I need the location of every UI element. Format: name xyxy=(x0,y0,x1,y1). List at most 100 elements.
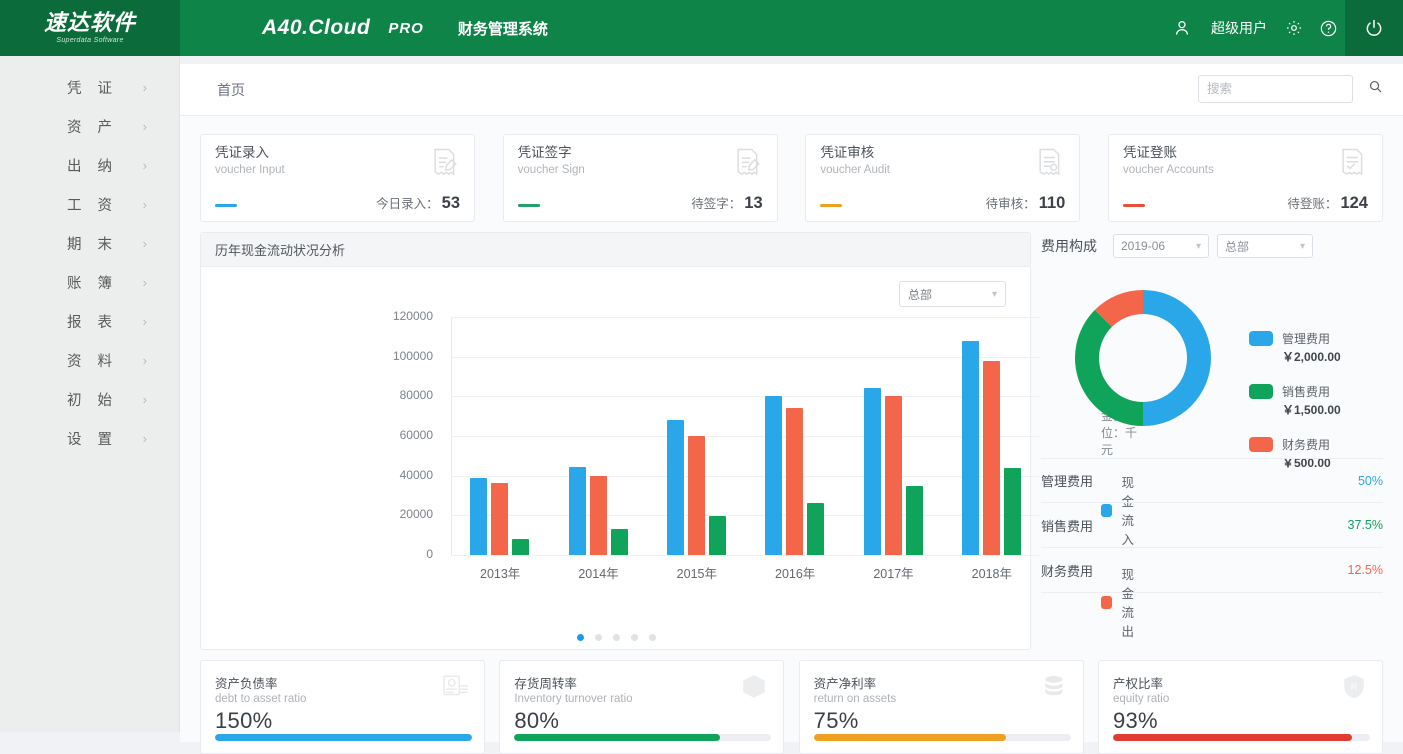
kpi-value: 75% xyxy=(814,708,1069,734)
chart-bar[interactable] xyxy=(983,361,1000,555)
carousel-dot[interactable] xyxy=(577,634,584,641)
breadcrumb-bar: 首页 xyxy=(180,64,1403,116)
search-icon[interactable] xyxy=(1368,79,1383,99)
chart-bar[interactable] xyxy=(962,341,979,555)
voucher-card-title: 凭证录入 xyxy=(215,145,460,162)
x-axis-tick: 2016年 xyxy=(747,563,843,582)
grid-line xyxy=(451,555,1041,556)
grid-line xyxy=(451,515,1041,516)
sidebar-item-baobiao[interactable]: 报 表 › xyxy=(0,302,179,341)
chart-bar[interactable] xyxy=(906,486,923,555)
expense-row-percent: 12.5% xyxy=(1348,563,1383,577)
voucher-card-accent xyxy=(820,204,842,207)
voucher-card-sign[interactable]: 凭证签字 voucher Sign 待签字：13 xyxy=(503,134,778,222)
donut-legend-label: 财务费用 xyxy=(1282,438,1330,452)
donut-segment[interactable] xyxy=(1075,310,1143,426)
sidebar-item-label: 资 料 xyxy=(0,350,179,371)
expense-percent-row-sales[interactable]: 销售费用 37.5% xyxy=(1041,503,1383,548)
chart-bar[interactable] xyxy=(1004,468,1021,555)
breadcrumb[interactable]: 首页 xyxy=(217,80,245,100)
chart-bar[interactable] xyxy=(470,478,487,555)
sidebar-item-zhangbu[interactable]: 账 簿 › xyxy=(0,263,179,302)
sidebar-item-gongzi[interactable]: 工 资 › xyxy=(0,185,179,224)
carousel-dots xyxy=(201,634,1032,641)
voucher-card-subtitle: voucher Accounts xyxy=(1123,164,1368,176)
chart-bar[interactable] xyxy=(688,436,705,555)
expense-row-label: 财务费用 xyxy=(1041,561,1093,580)
question-circle-icon[interactable] xyxy=(1311,0,1345,56)
chart-bar[interactable] xyxy=(667,420,684,555)
sidebar-item-shezhi[interactable]: 设 置 › xyxy=(0,419,179,458)
expense-donut-area: 管理费用 ￥2,000.00 销售费用 ￥1,500.00 财务费用 ￥50 xyxy=(1041,278,1383,450)
brand-logo-cn: 速达软件 xyxy=(44,13,136,35)
grid-line xyxy=(451,436,1041,437)
document-edit-icon xyxy=(733,147,763,184)
sidebar-item-label: 期 末 xyxy=(0,233,179,254)
chart-bar[interactable] xyxy=(864,388,881,555)
voucher-card-audit[interactable]: 凭证审核 voucher Audit 待审核：110 xyxy=(805,134,1080,222)
grid-line xyxy=(451,396,1041,397)
chart-bar[interactable] xyxy=(491,483,508,555)
chart-bar[interactable] xyxy=(765,396,782,555)
donut-segment[interactable] xyxy=(1143,290,1211,426)
brand-logo[interactable]: 速达软件 Superdata Software xyxy=(0,0,180,56)
search-input[interactable] xyxy=(1207,82,1368,96)
gear-icon[interactable] xyxy=(1277,0,1311,56)
chart-bar[interactable] xyxy=(807,503,824,555)
chevron-right-icon: › xyxy=(143,119,147,134)
expense-percent-row-admin[interactable]: 管理费用 50% xyxy=(1041,458,1383,503)
legend-swatch xyxy=(1249,437,1273,452)
chart-bar[interactable] xyxy=(709,516,726,555)
user-icon[interactable] xyxy=(1165,0,1199,56)
grid-line xyxy=(451,317,1041,318)
kpi-progress-fill xyxy=(1113,734,1352,741)
carousel-dot[interactable] xyxy=(649,634,656,641)
sidebar-item-zichan[interactable]: 资 产 › xyxy=(0,107,179,146)
chevron-right-icon: › xyxy=(143,80,147,95)
report-chart-icon xyxy=(442,673,470,706)
expense-row-label: 销售费用 xyxy=(1041,516,1093,535)
sidebar-item-pingzheng[interactable]: 凭 证 › xyxy=(0,68,179,107)
document-check-icon xyxy=(1035,147,1065,184)
chart-bar[interactable] xyxy=(569,467,586,555)
chart-bar[interactable] xyxy=(512,539,529,555)
carousel-dot[interactable] xyxy=(631,634,638,641)
kpi-card-debt-to-asset[interactable]: 资产负债率 debt to asset ratio 150% xyxy=(200,660,485,754)
cash-flow-chart-panel: 历年现金流动状况分析 总部 ▾ 120000100000800006000040… xyxy=(200,232,1031,650)
carousel-dot[interactable] xyxy=(613,634,620,641)
kpi-card-return-on-assets[interactable]: 资产净利率 return on assets 75% xyxy=(799,660,1084,754)
donut-legend-item-sales[interactable]: 销售费用 ￥1,500.00 xyxy=(1249,383,1341,419)
power-icon[interactable] xyxy=(1345,0,1403,56)
cash-flow-plot: 120000100000800006000040000200000 2013年2… xyxy=(201,267,1032,651)
chart-bar[interactable] xyxy=(786,408,803,555)
donut-legend-item-admin[interactable]: 管理费用 ￥2,000.00 xyxy=(1249,330,1341,366)
sidebar-item-chushi[interactable]: 初 始 › xyxy=(0,380,179,419)
chart-bar[interactable] xyxy=(590,476,607,555)
sidebar-item-chuna[interactable]: 出 纳 › xyxy=(0,146,179,185)
expense-donut-chart xyxy=(1063,278,1223,438)
expense-period-select[interactable]: 2019-06 ▾ xyxy=(1113,234,1209,258)
voucher-card-accounts[interactable]: 凭证登账 voucher Accounts 待登账：124 xyxy=(1108,134,1383,222)
y-axis-tick: 20000 xyxy=(201,507,433,521)
voucher-card-accent xyxy=(518,204,540,207)
kpi-card-equity-ratio[interactable]: 产权比率 equity ratio 93% R xyxy=(1098,660,1383,754)
top-bar-actions: 超级用户 xyxy=(1165,0,1403,56)
voucher-card-title: 凭证登账 xyxy=(1123,145,1368,162)
expense-percent-row-finance[interactable]: 财务费用 12.5% xyxy=(1041,548,1383,593)
expense-department-select[interactable]: 总部 ▾ xyxy=(1217,234,1313,258)
carousel-dot[interactable] xyxy=(595,634,602,641)
chevron-right-icon: › xyxy=(143,158,147,173)
expense-percent-list: 管理费用 50% 销售费用 37.5% 财务费用 12.5% xyxy=(1041,458,1383,593)
sidebar-item-ziliao[interactable]: 资 料 › xyxy=(0,341,179,380)
voucher-card-input[interactable]: 凭证录入 voucher Input 今日录入：53 xyxy=(200,134,475,222)
chevron-down-icon: ▾ xyxy=(1300,241,1305,252)
chart-bar[interactable] xyxy=(885,396,902,555)
user-name-label[interactable]: 超级用户 xyxy=(1211,18,1267,38)
expense-composition-panel: 费用构成 2019-06 ▾ 总部 ▾ 管理费用 ￥2,000.00 xyxy=(1041,232,1383,650)
chevron-right-icon: › xyxy=(143,392,147,407)
kpi-card-inventory-turnover[interactable]: 存货周转率 Inventory turnover ratio 80% xyxy=(499,660,784,754)
chart-bar[interactable] xyxy=(611,529,628,555)
search-box[interactable] xyxy=(1198,75,1353,103)
x-axis-tick: 2014年 xyxy=(551,563,647,582)
sidebar-item-qimo[interactable]: 期 末 › xyxy=(0,224,179,263)
